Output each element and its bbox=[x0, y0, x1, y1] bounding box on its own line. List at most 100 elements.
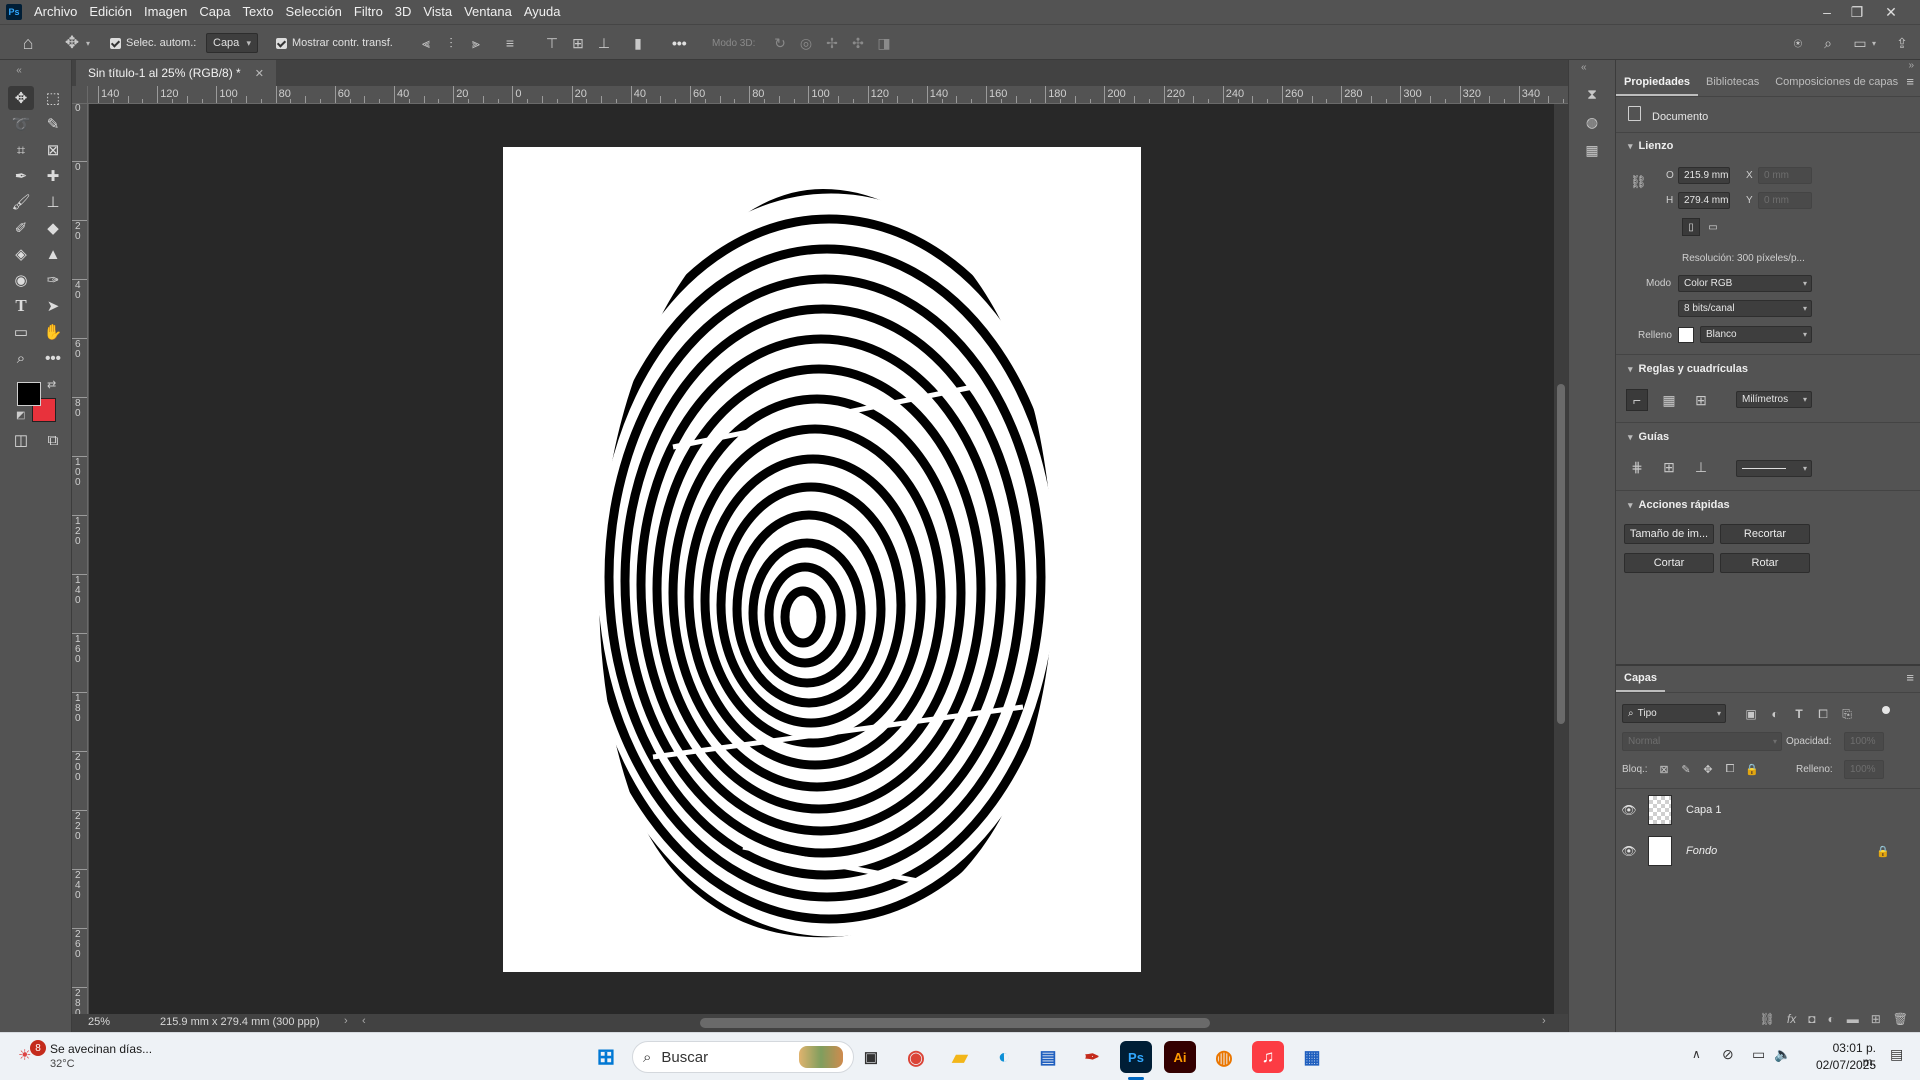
align-middle-icon[interactable]: ⊞ bbox=[568, 25, 588, 61]
menu-texto[interactable]: Texto bbox=[236, 0, 279, 24]
crop-tool-button[interactable]: ⌗ bbox=[8, 138, 34, 162]
auto-select-checkbox[interactable]: Selec. autom.: bbox=[110, 25, 196, 61]
filter-type-icon[interactable]: T bbox=[1790, 704, 1808, 724]
pen-app-icon[interactable]: ✒ bbox=[1076, 1041, 1108, 1073]
toggle-pixel-grid-icon[interactable]: ⊞ bbox=[1690, 389, 1712, 411]
align-center-icon[interactable]: ⫶ bbox=[441, 25, 461, 61]
status-menu-arrow-icon[interactable]: › bbox=[344, 1015, 348, 1027]
eye-icon[interactable]: 👁 bbox=[1616, 844, 1642, 858]
eye-icon[interactable]: 👁 bbox=[1616, 803, 1642, 817]
workspace-chevron-icon[interactable]: ▾ bbox=[1872, 25, 1876, 61]
layer-row[interactable]: 👁 Fondo 🔒 bbox=[1616, 831, 1920, 871]
collapse-toolbar-icon[interactable]: « bbox=[6, 64, 32, 76]
lock-position-icon[interactable]: ✥ bbox=[1700, 759, 1716, 779]
horizontal-scroll-thumb[interactable] bbox=[700, 1018, 1210, 1028]
section-lienzo[interactable]: ▾ Lienzo bbox=[1628, 140, 1673, 152]
notifications-icon[interactable]: ▤ bbox=[1890, 1046, 1903, 1063]
guide-layout-icon[interactable]: ⊞ bbox=[1658, 456, 1680, 478]
store-icon[interactable]: ▤ bbox=[1032, 1041, 1064, 1073]
music-app-icon[interactable]: ♫ bbox=[1252, 1041, 1284, 1073]
swap-colors-icon[interactable]: ⇄ bbox=[47, 378, 56, 391]
filter-adjustment-icon[interactable]: ◐ bbox=[1766, 704, 1784, 724]
layer-row[interactable]: 👁 Capa 1 bbox=[1616, 790, 1920, 830]
toggle-grid-icon[interactable]: ▦ bbox=[1658, 389, 1680, 411]
restore-button[interactable]: ❐ bbox=[1842, 0, 1872, 24]
history-brush-tool-button[interactable]: ✐ bbox=[8, 216, 34, 240]
delete-layer-icon[interactable]: 🗑 bbox=[1893, 1012, 1908, 1026]
link-dimensions-icon[interactable]: ⛓ bbox=[1630, 174, 1647, 190]
foreground-color-swatch[interactable] bbox=[17, 382, 41, 406]
new-adjustment-icon[interactable]: ◐ bbox=[1827, 1012, 1834, 1026]
lasso-tool-button[interactable]: ➰ bbox=[8, 112, 34, 136]
collapse-dock-icon[interactable]: « bbox=[1581, 62, 1587, 73]
ruler-origin[interactable] bbox=[72, 86, 88, 104]
new-group-icon[interactable]: ▬ bbox=[1847, 1012, 1859, 1026]
search-icon[interactable]: ⌕ bbox=[1814, 25, 1842, 61]
guides-icon[interactable]: ⋕ bbox=[1626, 456, 1648, 478]
quick-select-tool-button[interactable]: ✎ bbox=[40, 112, 66, 136]
lock-paint-icon[interactable]: ✎ bbox=[1678, 759, 1694, 779]
menu-seleccion[interactable]: Selección bbox=[280, 0, 348, 24]
layers-menu-icon[interactable]: ≡ bbox=[1906, 670, 1914, 685]
stamp-tool-button[interactable]: ⊥ bbox=[40, 190, 66, 214]
portrait-orientation-icon[interactable]: ▯ bbox=[1682, 218, 1700, 236]
section-guias[interactable]: ▾ Guías bbox=[1628, 431, 1669, 443]
type-tool-button[interactable]: T bbox=[8, 294, 34, 318]
layer-filter-select[interactable]: ⌕ Tipo ▾ bbox=[1622, 704, 1726, 723]
taskbar-search[interactable]: ⌕ Buscar bbox=[632, 1041, 854, 1073]
windows-start-icon[interactable]: ⊞ bbox=[590, 1041, 622, 1073]
zoom-level[interactable]: 25% bbox=[88, 1016, 110, 1028]
calculator-icon[interactable]: ▦ bbox=[1296, 1041, 1328, 1073]
fx-icon[interactable]: fx bbox=[1787, 1012, 1796, 1026]
align-right-icon[interactable]: ⫸ bbox=[466, 25, 486, 61]
trim-button[interactable]: Cortar bbox=[1624, 553, 1714, 573]
auto-select-target-select[interactable]: Capa ▾ bbox=[206, 33, 258, 53]
document-info[interactable]: 215.9 mm x 279.4 mm (300 ppp) bbox=[160, 1016, 320, 1028]
illustrator-taskbar-icon[interactable]: Ai bbox=[1164, 1041, 1196, 1073]
lock-artboard-icon[interactable]: ⧠ bbox=[1722, 759, 1738, 779]
canvas-width-field[interactable]: 215.9 mm bbox=[1678, 167, 1730, 184]
new-layer-icon[interactable]: ⊞ bbox=[1871, 1012, 1881, 1026]
zoom-tool-button[interactable]: ⌕ bbox=[8, 346, 34, 370]
fill-color-swatch[interactable] bbox=[1678, 327, 1694, 343]
color-mode-select[interactable]: Color RGB ▾ bbox=[1678, 275, 1812, 292]
align-top-icon[interactable]: ⊤ bbox=[542, 25, 562, 61]
lock-all-icon[interactable]: 🔒 bbox=[1744, 759, 1760, 779]
landscape-orientation-icon[interactable]: ▭ bbox=[1704, 218, 1722, 236]
section-acciones[interactable]: ▾ Acciones rápidas bbox=[1628, 499, 1730, 511]
vertical-scrollbar[interactable] bbox=[1554, 104, 1568, 1014]
layer-name[interactable]: Capa 1 bbox=[1686, 804, 1721, 816]
add-mask-icon[interactable]: ◘ bbox=[1808, 1012, 1815, 1026]
brush-tool-button[interactable]: 🖌 bbox=[8, 190, 34, 214]
document-tab[interactable]: Sin título-1 al 25% (RGB/8) * ✕ bbox=[76, 60, 276, 86]
layer-name[interactable]: Fondo bbox=[1686, 845, 1717, 857]
pen-tool-button[interactable]: ✑ bbox=[40, 268, 66, 292]
tab-propiedades[interactable]: Propiedades bbox=[1616, 70, 1699, 96]
image-size-button[interactable]: Tamaño de im... bbox=[1624, 524, 1714, 544]
document-canvas[interactable] bbox=[503, 147, 1141, 972]
scroll-left-icon[interactable]: ‹ bbox=[362, 1015, 366, 1027]
collapse-panels-icon[interactable]: » bbox=[1908, 60, 1914, 71]
close-button[interactable]: ✕ bbox=[1876, 0, 1906, 24]
menu-filtro[interactable]: Filtro bbox=[348, 0, 389, 24]
menu-edicion[interactable]: Edición bbox=[83, 0, 138, 24]
bit-depth-select[interactable]: 8 bits/canal ▾ bbox=[1678, 300, 1812, 317]
tool-preset-chevron-icon[interactable]: ▾ bbox=[86, 25, 90, 61]
clock-date[interactable]: 02/07/2025 bbox=[1816, 1058, 1876, 1072]
frame-tool-button[interactable]: ⊠ bbox=[40, 138, 66, 162]
export-icon[interactable]: ⇪ bbox=[1888, 25, 1916, 61]
menu-3d[interactable]: 3D bbox=[389, 0, 418, 24]
network-icon[interactable]: ⊘ bbox=[1722, 1046, 1734, 1063]
filter-toggle-icon[interactable] bbox=[1882, 706, 1890, 714]
home-icon[interactable]: ⌂ bbox=[14, 25, 42, 61]
vertical-scroll-thumb[interactable] bbox=[1557, 384, 1565, 724]
panel-menu-icon[interactable]: ≡ bbox=[1906, 74, 1914, 89]
dodge-tool-button[interactable]: ◉ bbox=[8, 268, 34, 292]
task-view-icon[interactable]: ▣ bbox=[855, 1041, 887, 1073]
marquee-tool-button[interactable]: ⬚ bbox=[40, 86, 66, 110]
table-panel-icon[interactable]: ▦ bbox=[1579, 138, 1605, 162]
screen-mode-button[interactable]: ⧉ bbox=[40, 428, 66, 452]
distribute-icon[interactable]: ≡ bbox=[500, 25, 520, 61]
tab-capas[interactable]: Capas bbox=[1616, 666, 1666, 692]
align-bottom-icon[interactable]: ⊥ bbox=[594, 25, 614, 61]
